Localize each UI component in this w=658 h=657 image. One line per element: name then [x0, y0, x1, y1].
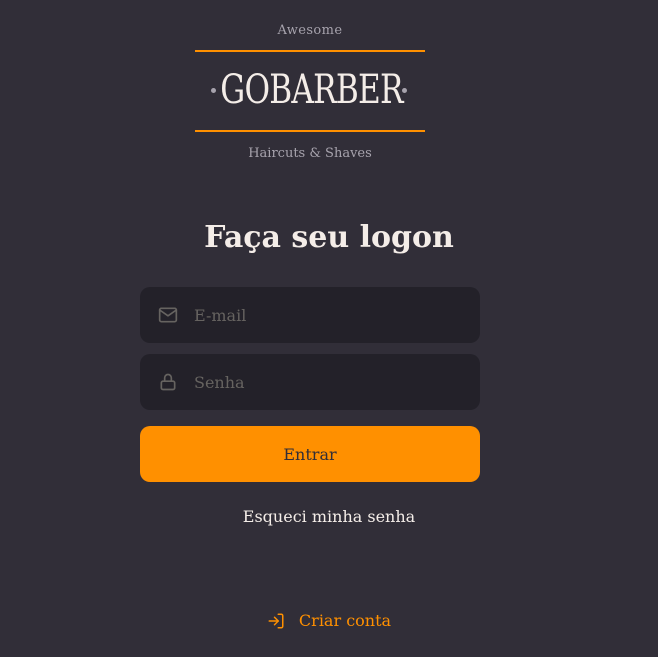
create-account-label: Criar conta: [298, 611, 392, 630]
logo-dot-left: [211, 88, 216, 93]
logo-divider-bottom: [195, 130, 425, 132]
log-in-icon: [267, 612, 285, 630]
mail-icon: [158, 305, 178, 325]
forgot-password-link[interactable]: Esqueci minha senha: [0, 507, 658, 526]
logo-tagline-top: Awesome: [277, 23, 343, 38]
page-title: Faça seu logon: [204, 220, 454, 255]
logo-dot-right: [402, 88, 407, 93]
password-input[interactable]: [194, 372, 464, 392]
logon-page: Awesome GOBARBER Haircuts & Shaves Faça …: [0, 0, 658, 657]
submit-button[interactable]: Entrar: [140, 426, 480, 482]
email-input[interactable]: [194, 305, 464, 325]
gobarber-logo: Awesome GOBARBER Haircuts & Shaves: [195, 18, 425, 168]
logo-divider-top: [195, 50, 425, 52]
email-field[interactable]: [140, 287, 480, 343]
logo-wordmark: GOBARBER: [220, 67, 403, 113]
password-field[interactable]: [140, 354, 480, 410]
logo-tagline-bottom: Haircuts & Shaves: [248, 146, 372, 161]
lock-icon: [158, 372, 178, 392]
create-account-link[interactable]: Criar conta: [0, 611, 658, 630]
